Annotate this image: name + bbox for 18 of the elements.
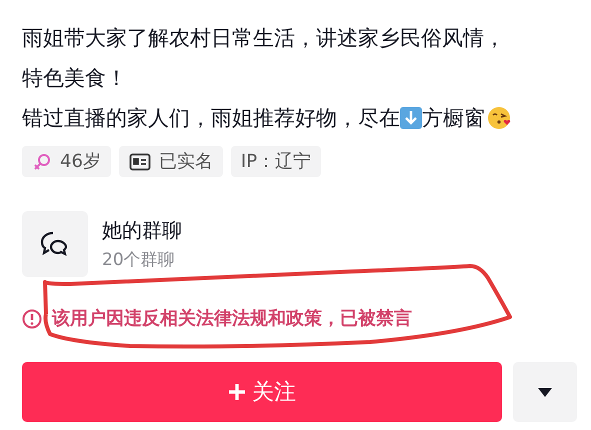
profile-tag: 已实名 [118,146,223,177]
kissing-face-icon [487,106,511,130]
plus-icon [228,383,246,401]
bio-text: 错过直播的家人们，雨姐推荐好物，尽在 [22,105,400,132]
group-chat-count: 20个群聊 [102,249,176,271]
bio-text: 方橱窗 [422,105,485,132]
bio-text: 特色美食！ [22,65,128,92]
profile-tag: 46岁 [22,146,111,177]
ban-notice: 该用户因违反相关法律法规和政策，已被禁言 [52,307,412,331]
female-icon [32,152,52,172]
warning-icon [22,308,42,328]
bio-text: 雨姐带大家了解农村日常生活，讲述家乡民俗风情， [22,25,506,52]
id-card-icon [128,152,151,170]
group-chat-tile[interactable] [22,211,88,277]
group-chat-title[interactable]: 她的群聊 [102,217,182,243]
profile-tag: IP：辽宁 [230,146,322,177]
follow-button[interactable]: 关注 [22,362,502,422]
caret-icon [538,387,552,397]
